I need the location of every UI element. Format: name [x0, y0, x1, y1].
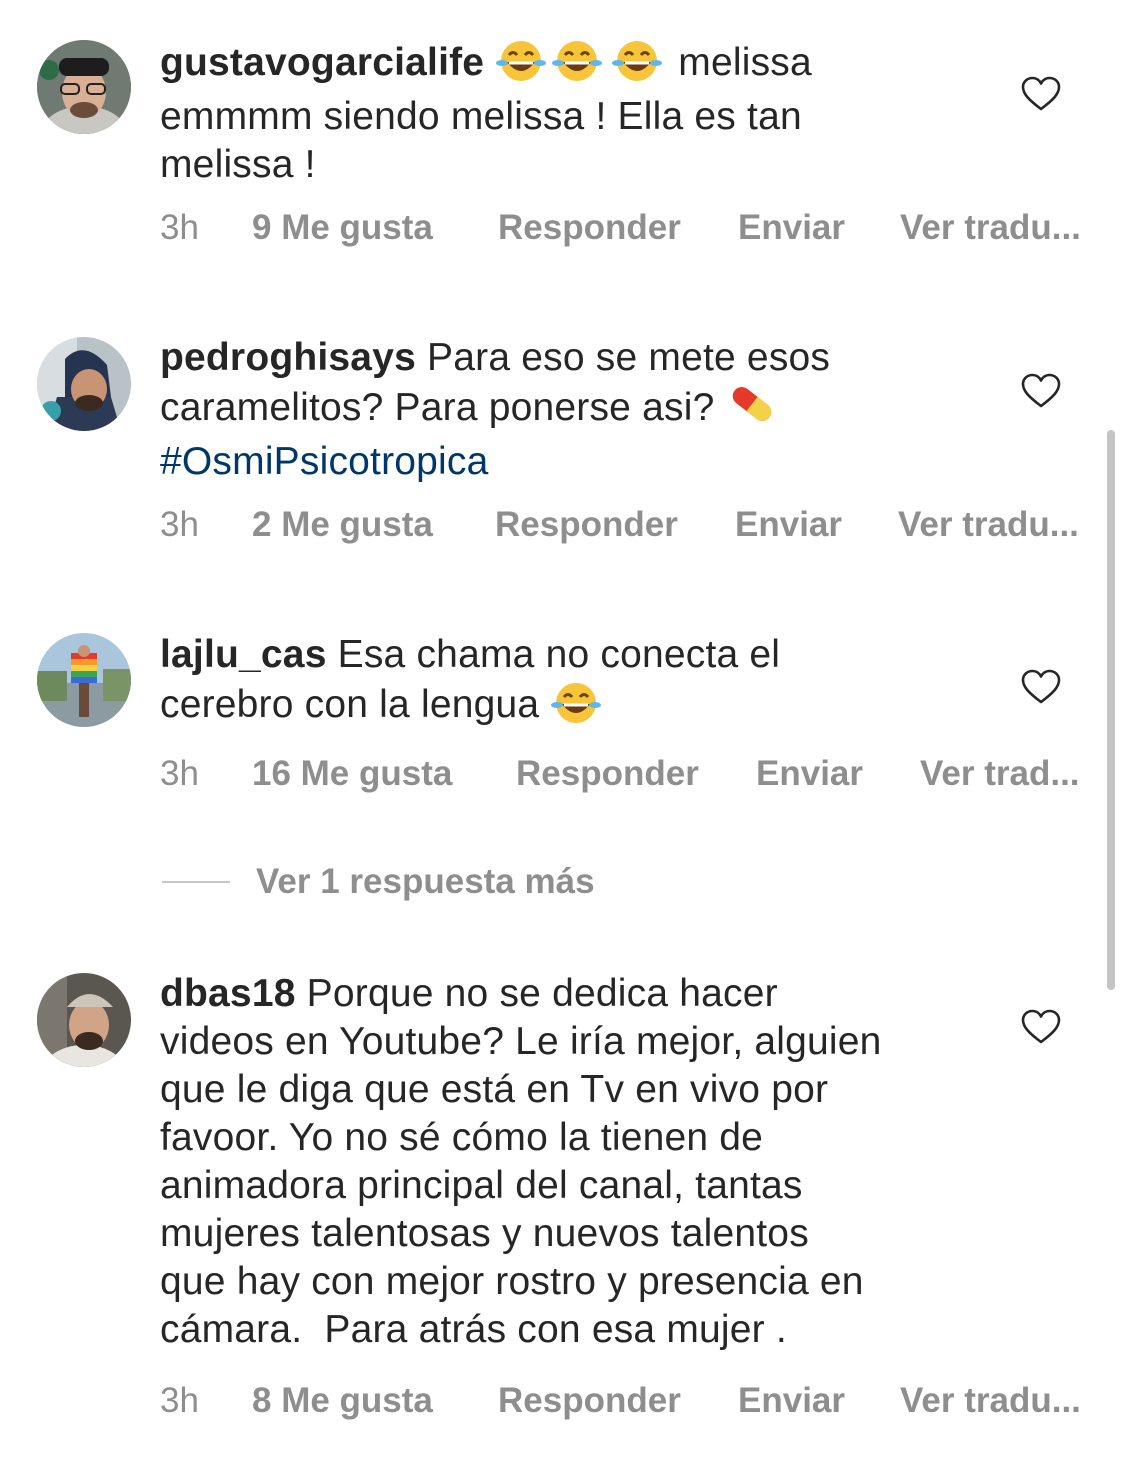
comment-text: lajlu_cas Esa chama no conecta el cerebr… [160, 631, 960, 735]
view-more-replies-label[interactable]: Ver 1 respuesta más [256, 862, 595, 902]
comment-text-line: cerebro con la lengua [160, 683, 540, 726]
likes-count[interactable]: 8 Me gusta [252, 1381, 433, 1421]
comment-text: gustavogarcialife melissa emmmm siendo m… [160, 37, 960, 189]
comment-text-line: cámara. Para atrás con esa mujer . [160, 1308, 787, 1351]
comment-username[interactable]: gustavogarcialife [160, 41, 484, 84]
pill-emoji-icon [726, 382, 778, 438]
comment-username[interactable]: lajlu_cas [160, 633, 327, 676]
avatar[interactable] [37, 973, 131, 1067]
likes-count[interactable]: 2 Me gusta [252, 505, 433, 545]
replies-divider [162, 881, 230, 883]
likes-count[interactable]: 9 Me gusta [252, 208, 433, 248]
comment-text-line: animadora principal del canal, tantas [160, 1164, 803, 1207]
hashtag-link[interactable]: #OsmiPsicotropica [160, 440, 489, 483]
comment-text-line: emmmm siendo melissa ! Ella es tan [160, 95, 802, 138]
reply-button[interactable]: Responder [516, 754, 699, 794]
avatar[interactable] [37, 633, 131, 727]
comment-text-line: favoor. Yo no sé cómo la tienen de [160, 1116, 764, 1159]
comment-text-line: Esa chama no conecta el [337, 633, 781, 676]
comment-text-line: caramelitos? Para ponerse asi? [160, 386, 715, 429]
comment-text-line: mujeres talentosas y nuevos talentos [160, 1212, 809, 1255]
avatar[interactable] [37, 337, 131, 431]
heart-icon[interactable] [1021, 1009, 1061, 1045]
heart-icon[interactable] [1021, 373, 1061, 409]
laughing-emoji-icon [547, 37, 607, 93]
heart-icon[interactable] [1021, 76, 1061, 112]
comment-username[interactable]: pedroghisays [160, 336, 416, 379]
avatar[interactable] [37, 40, 131, 134]
comment-text-line: melissa [678, 41, 812, 84]
comment-timestamp: 3h [160, 1381, 199, 1420]
comment-text: dbas18 Porque no se dedica hacer videos … [160, 970, 960, 1354]
comment-timestamp: 3h [160, 208, 199, 247]
comment-timestamp: 3h [160, 754, 199, 793]
laughing-emoji-icon [607, 37, 667, 93]
laughing-emoji-icon [495, 37, 547, 93]
send-button[interactable]: Enviar [738, 1381, 845, 1421]
send-button[interactable]: Enviar [756, 754, 863, 794]
see-translation-button[interactable]: Ver tradu... [900, 208, 1081, 248]
comment-text-line: melissa ! [160, 143, 316, 186]
comment-text-line: videos en Youtube? Le iría mejor, alguie… [160, 1020, 882, 1063]
reply-button[interactable]: Responder [498, 208, 681, 248]
heart-icon[interactable] [1021, 669, 1061, 705]
comment-text-line: que le diga que está en Tv en vivo por [160, 1068, 829, 1111]
send-button[interactable]: Enviar [735, 505, 842, 545]
send-button[interactable]: Enviar [738, 208, 845, 248]
comment-text: pedroghisays Para eso se mete esos caram… [160, 334, 960, 486]
see-translation-button[interactable]: Ver tradu... [898, 505, 1079, 545]
scrollbar[interactable] [1107, 430, 1115, 990]
comment-timestamp: 3h [160, 505, 199, 544]
comment-text-line: que hay con mejor rostro y presencia en [160, 1260, 864, 1303]
laughing-emoji-icon [550, 679, 602, 735]
comment-username[interactable]: dbas18 [160, 972, 296, 1015]
see-translation-button[interactable]: Ver tradu... [900, 1381, 1081, 1421]
comment-text-line: Porque no se dedica hacer [306, 972, 778, 1015]
reply-button[interactable]: Responder [495, 505, 678, 545]
see-translation-button[interactable]: Ver trad... [920, 754, 1080, 794]
likes-count[interactable]: 16 Me gusta [252, 754, 452, 794]
comment-text-line: Para eso se mete esos [427, 336, 831, 379]
reply-button[interactable]: Responder [498, 1381, 681, 1421]
